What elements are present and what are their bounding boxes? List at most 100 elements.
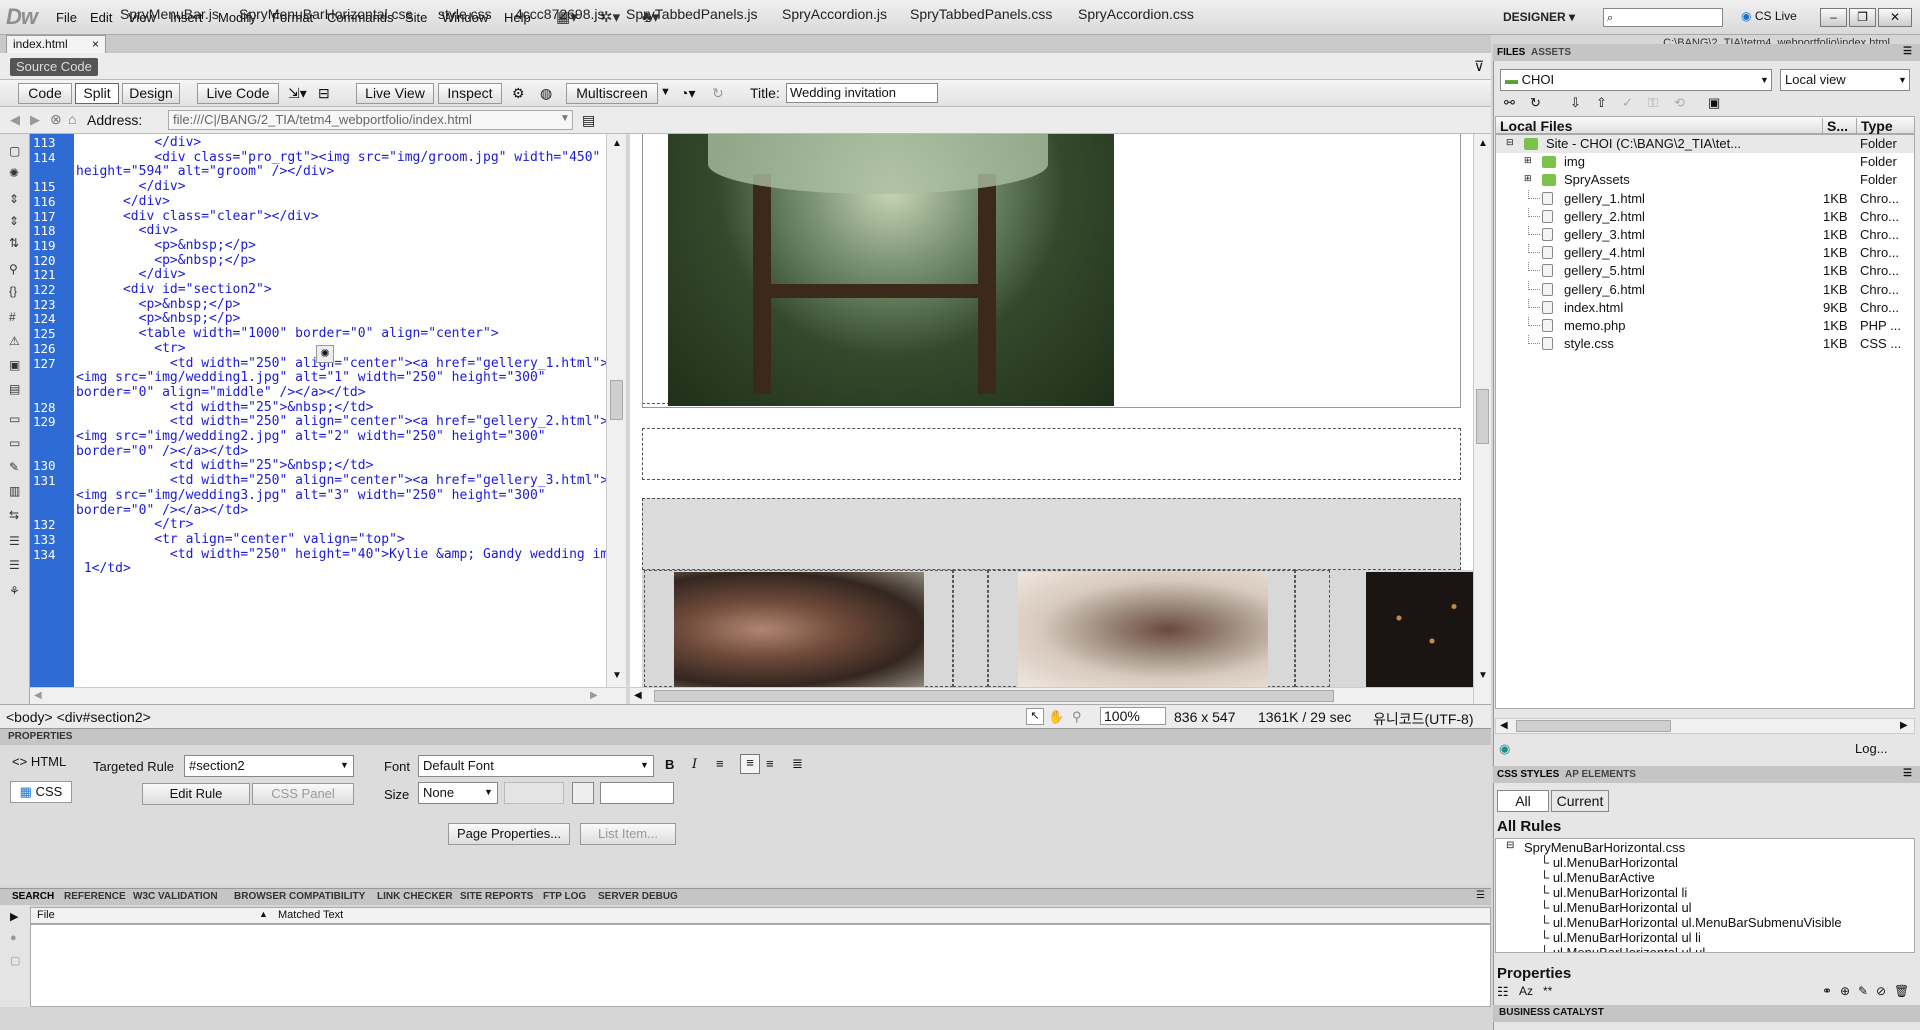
- expand-icon[interactable]: ▣: [1708, 95, 1720, 111]
- multiscreen-button[interactable]: Multiscreen: [566, 83, 658, 104]
- move-css-icon[interactable]: ⇆: [9, 508, 19, 522]
- related-file[interactable]: SpryTabbedPanels.js: [626, 6, 758, 22]
- address-input[interactable]: file:///C|/BANG/2_TIA/tetm4_webportfolio…: [168, 110, 573, 130]
- file-row[interactable]: gellery_2.html 1KB Chro...: [1496, 207, 1914, 226]
- line-number[interactable]: 124: [33, 311, 56, 326]
- css-rule[interactable]: └ ul.MenuBarHorizontal ul.MenuBarSubmenu…: [1540, 915, 1842, 930]
- code-line[interactable]: <td width="25">&nbsp;</td>: [76, 400, 374, 415]
- split-view-button[interactable]: Split: [75, 83, 119, 104]
- cs-live-button[interactable]: ◉ CS Live: [1741, 9, 1797, 23]
- page-properties-button[interactable]: Page Properties...: [448, 823, 570, 845]
- line-number[interactable]: 116: [33, 194, 56, 209]
- code-line[interactable]: </div>: [76, 135, 201, 150]
- play-icon[interactable]: ▶: [10, 910, 18, 923]
- line-number[interactable]: 120: [33, 253, 56, 268]
- info-icon[interactable]: ▢: [10, 954, 20, 967]
- line-number[interactable]: 134: [33, 547, 56, 562]
- line-number[interactable]: 127: [33, 356, 56, 371]
- file-row[interactable]: gellery_5.html 1KB Chro...: [1496, 262, 1914, 280]
- preview-icon[interactable]: ◔▾: [680, 85, 695, 102]
- tab-server-debug[interactable]: SERVER DEBUG: [598, 891, 678, 902]
- line-numbers-icon[interactable]: #: [9, 310, 16, 324]
- code-line[interactable]: <div>: [76, 223, 178, 238]
- live-code-icon[interactable]: ⇲▾: [288, 85, 307, 102]
- category-view-icon[interactable]: ☷: [1497, 984, 1509, 1000]
- connect-icon[interactable]: ⚯: [1504, 95, 1515, 111]
- balance-braces-icon[interactable]: {}: [9, 284, 17, 298]
- code-line[interactable]: <td width="250" height="40">Kylie &amp; …: [76, 547, 606, 562]
- current-button[interactable]: Current: [1551, 790, 1609, 812]
- code-line[interactable]: </div>: [76, 194, 170, 209]
- code-line[interactable]: </div>: [76, 179, 186, 194]
- remove-comment-icon[interactable]: ▭: [9, 436, 20, 450]
- line-number[interactable]: 131: [33, 473, 56, 488]
- open-documents-icon[interactable]: ▢: [9, 144, 20, 158]
- targeted-rule-select[interactable]: #section2: [184, 755, 354, 777]
- apply-comment-icon[interactable]: ▭: [9, 412, 20, 426]
- select-tool-icon[interactable]: ↖: [1026, 708, 1044, 725]
- stop-icon[interactable]: ⊗: [50, 111, 62, 128]
- design-scroll-thumb[interactable]: [1476, 389, 1489, 444]
- code-line[interactable]: <img src="img/wedding3.jpg" alt="3" widt…: [76, 488, 546, 503]
- title-input[interactable]: Wedding invitation: [786, 83, 938, 103]
- file-row[interactable]: style.css 1KB CSS ...: [1496, 335, 1914, 353]
- refresh-icon[interactable]: ↻: [712, 85, 724, 102]
- list-item-button[interactable]: List Item...: [580, 823, 676, 845]
- code-line[interactable]: 1</td>: [76, 561, 131, 576]
- check-icon[interactable]: ⊟: [318, 85, 330, 102]
- line-number[interactable]: 115: [33, 179, 56, 194]
- chevron-down-icon[interactable]: ▼: [640, 760, 649, 770]
- code-horizontal-scrollbar[interactable]: ◀ ▶: [30, 687, 626, 704]
- line-number[interactable]: 122: [33, 282, 56, 297]
- hand-tool-icon[interactable]: ✋: [1048, 709, 1064, 725]
- properties-panel-header[interactable]: PROPERTIES: [0, 728, 1491, 745]
- code-line[interactable]: <td width="25">&nbsp;</td>: [76, 458, 374, 473]
- line-number[interactable]: 130: [33, 458, 56, 473]
- code-editor[interactable]: </div> <div class="pro_rgt"><img src="im…: [74, 134, 606, 687]
- code-line[interactable]: <img src="img/wedding2.jpg" alt="2" widt…: [76, 429, 546, 444]
- line-number[interactable]: 125: [33, 326, 56, 341]
- scroll-up-icon[interactable]: ▲: [1478, 138, 1488, 149]
- menu-file[interactable]: File: [56, 10, 77, 25]
- tab-assets[interactable]: ASSETS: [1531, 47, 1571, 58]
- justify-icon[interactable]: ≣: [792, 756, 803, 772]
- wrap-tag-icon[interactable]: ✎: [9, 460, 19, 474]
- set-properties-icon[interactable]: **: [1543, 984, 1552, 998]
- log-button[interactable]: Log...: [1855, 741, 1888, 756]
- scroll-down-icon[interactable]: ▼: [1478, 670, 1488, 681]
- related-file[interactable]: SpryMenuBar.js: [120, 6, 219, 22]
- line-number[interactable]: 121: [33, 267, 56, 282]
- col-type[interactable]: Type: [1856, 118, 1893, 134]
- file-row[interactable]: gellery_4.html 1KB Chro...: [1496, 244, 1914, 262]
- code-line[interactable]: <td width="250" align="center"><a href="…: [76, 356, 606, 371]
- close-tab-icon[interactable]: ×: [92, 37, 99, 51]
- line-number[interactable]: 126: [33, 341, 56, 356]
- line-number[interactable]: 129: [33, 414, 56, 429]
- live-view-button[interactable]: Live View: [356, 83, 434, 104]
- recent-snippets-icon[interactable]: ▥: [9, 484, 20, 498]
- css-rule[interactable]: └ ul.MenuBarHorizontal ul: [1540, 900, 1692, 915]
- collapse-icon[interactable]: ⊟: [1506, 840, 1514, 851]
- css-rule[interactable]: └ ul.MenuBarActive: [1540, 870, 1655, 885]
- related-file-source-code[interactable]: Source Code: [10, 58, 98, 76]
- outdent-icon[interactable]: ☰: [9, 558, 20, 572]
- code-line[interactable]: <p>&nbsp;</p>: [76, 238, 256, 253]
- line-number[interactable]: 113: [33, 135, 56, 150]
- code-line[interactable]: <p>&nbsp;</p>: [76, 311, 241, 326]
- results-list[interactable]: [30, 924, 1491, 1007]
- css-mode-button[interactable]: ▦ CSS: [10, 781, 72, 803]
- stylesheet-node[interactable]: SpryMenuBarHorizontal.css: [1524, 840, 1685, 855]
- code-line[interactable]: <p>&nbsp;</p>: [76, 253, 256, 268]
- delete-icon[interactable]: 🗑: [1894, 984, 1909, 998]
- related-file[interactable]: style.css: [438, 6, 492, 22]
- design-horizontal-scrollbar[interactable]: ◀: [630, 687, 1473, 704]
- line-number[interactable]: 123: [33, 297, 56, 312]
- expand-icon[interactable]: ⊞: [1524, 173, 1532, 184]
- file-row[interactable]: ⊞ img Folder: [1496, 153, 1914, 171]
- design-view[interactable]: [630, 134, 1473, 687]
- chevron-down-icon[interactable]: ▼: [1760, 75, 1769, 85]
- chevron-down-icon[interactable]: ▼: [1898, 75, 1907, 85]
- chevron-down-icon[interactable]: ▼: [660, 86, 671, 98]
- align-center-icon[interactable]: ≡: [740, 754, 760, 774]
- file-row[interactable]: gellery_3.html 1KB Chro...: [1496, 226, 1914, 244]
